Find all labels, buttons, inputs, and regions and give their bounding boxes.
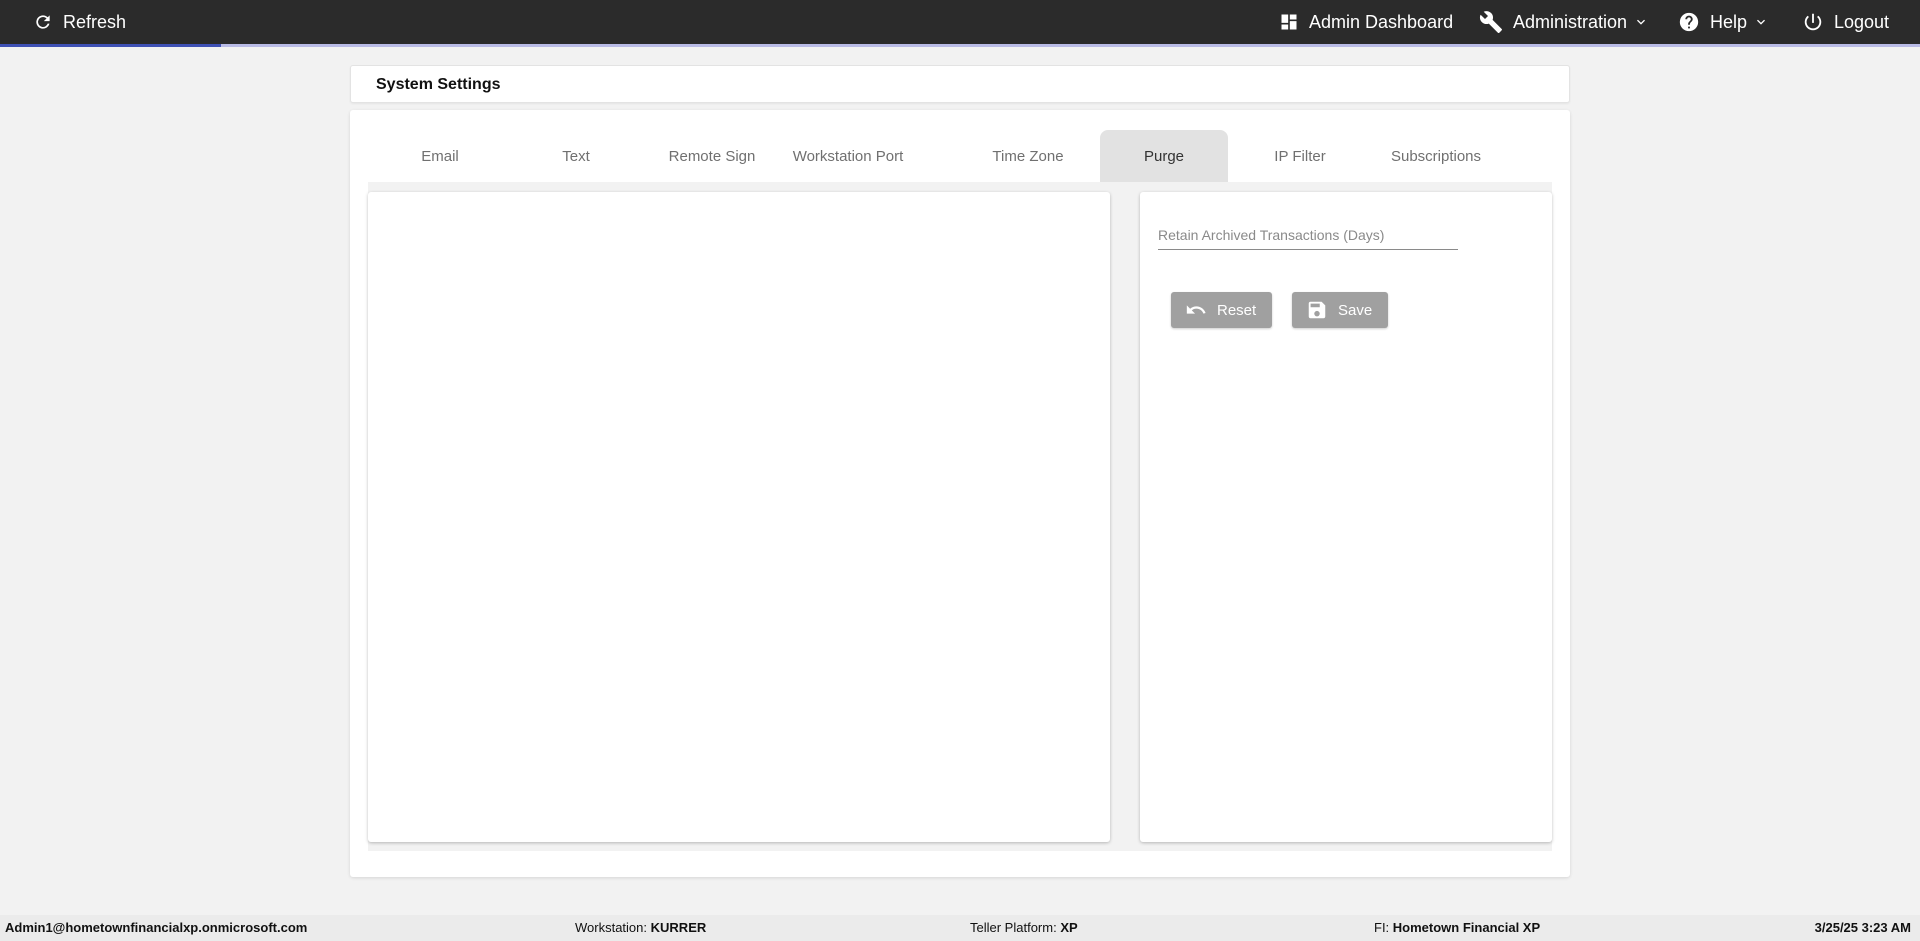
tab-subscriptions[interactable]: Subscriptions: [1372, 130, 1500, 182]
loading-progress-bar: [0, 44, 1920, 47]
retain-archived-days-input[interactable]: [1158, 226, 1458, 246]
purge-settings-panel: Retain Archived Transactions (Days) Rese…: [1140, 192, 1552, 842]
tab-label: Email: [421, 147, 459, 165]
chevron-down-icon: [1757, 19, 1766, 25]
tab-label: IP Filter: [1274, 147, 1326, 165]
status-platform-label: Teller Platform:: [970, 920, 1057, 935]
top-navigation-bar: Refresh Admin Dashboard Administration H…: [0, 0, 1920, 44]
tab-label: Time Zone: [992, 147, 1064, 165]
status-workstation: Workstation: KURRER: [575, 915, 706, 941]
refresh-icon: [36, 15, 50, 29]
page-title: System Settings: [376, 76, 501, 93]
help-circle-icon: [1679, 12, 1699, 32]
tab-ip-filter[interactable]: IP Filter: [1236, 130, 1364, 182]
tab-label: Purge: [1143, 147, 1185, 165]
undo-icon: [1186, 305, 1206, 314]
status-fi-label: FI:: [1374, 920, 1390, 935]
status-user: Admin1@hometownfinancialxp.onmicrosoft.c…: [5, 915, 307, 941]
admin-dashboard-label: Admin Dashboard: [1309, 11, 1454, 32]
status-datetime-value: 3/25/25 3:23 AM: [1814, 920, 1911, 935]
tab-email[interactable]: Email: [376, 130, 504, 182]
status-platform: Teller Platform: XP: [970, 915, 1078, 941]
tab-content: Retain Archived Transactions (Days) Rese…: [368, 182, 1552, 851]
chevron-down-icon: [1637, 19, 1646, 25]
wrench-icon: [1479, 11, 1502, 33]
reset-button[interactable]: Reset: [1171, 292, 1272, 328]
page-header: System Settings: [350, 65, 1570, 103]
status-fi: FI: Hometown Financial XP: [1374, 915, 1540, 941]
status-workstation-value: KURRER: [650, 920, 707, 935]
tab-time-zone[interactable]: Time Zone: [964, 130, 1092, 182]
reset-label: Reset: [1217, 301, 1257, 319]
tab-label: Workstation Port: [792, 147, 904, 165]
tab-purge[interactable]: Purge: [1100, 130, 1228, 182]
save-button[interactable]: Save: [1292, 292, 1388, 328]
refresh-button[interactable]: Refresh: [33, 0, 126, 44]
status-datetime: 3/25/25 3:23 AM: [1815, 915, 1911, 941]
save-label: Save: [1338, 301, 1373, 319]
administration-menu[interactable]: Administration: [1479, 0, 1649, 44]
logout-button[interactable]: Logout: [1802, 0, 1889, 44]
dashboard-icon: [1281, 14, 1297, 30]
loading-progress-fill: [0, 44, 221, 47]
status-user-value: Admin1@hometownfinancialxp.onmicrosoft.c…: [5, 920, 308, 935]
admin-dashboard-link[interactable]: Admin Dashboard: [1279, 0, 1453, 44]
tab-text[interactable]: Text: [512, 130, 640, 182]
help-label: Help: [1710, 11, 1748, 32]
tab-label: Subscriptions: [1390, 147, 1482, 165]
status-workstation-label: Workstation:: [575, 920, 648, 935]
refresh-label: Refresh: [63, 11, 127, 32]
status-platform-value: XP: [1060, 920, 1078, 935]
status-fi-value: Hometown Financial XP: [1392, 920, 1541, 935]
settings-card: Email Text Remote Sign Workstation Port …: [350, 110, 1570, 877]
logout-label: Logout: [1834, 11, 1890, 32]
tab-label: Text: [562, 147, 590, 165]
purge-left-panel: [368, 192, 1110, 842]
floppy-disk-icon: [1308, 301, 1326, 319]
status-bar: Admin1@hometownfinancialxp.onmicrosoft.c…: [0, 915, 1920, 941]
tab-label: Remote Sign: [668, 147, 756, 165]
tab-workstation-port[interactable]: Workstation Port: [784, 130, 912, 182]
administration-label: Administration: [1513, 11, 1628, 32]
tab-remote-sign[interactable]: Remote Sign: [648, 130, 776, 182]
retain-archived-days-field[interactable]: Retain Archived Transactions (Days): [1158, 214, 1458, 250]
power-icon: [1804, 13, 1822, 31]
help-menu[interactable]: Help: [1678, 0, 1769, 44]
